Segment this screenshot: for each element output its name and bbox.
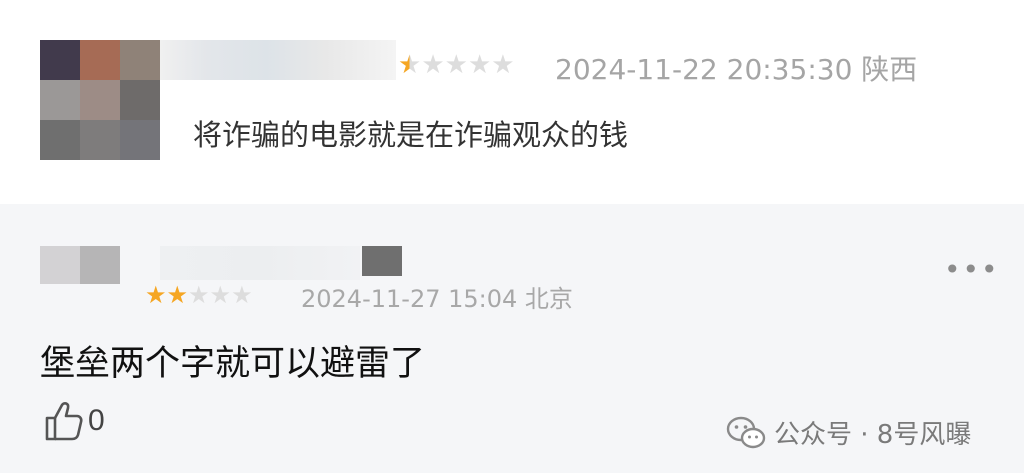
star-icon: ★ (231, 281, 253, 309)
star-icon: ★ (166, 281, 189, 309)
review-text: 将诈骗的电影就是在诈骗观众的钱 (193, 118, 629, 152)
star-icon: ★ (421, 50, 445, 80)
avatar-blurred[interactable] (40, 40, 160, 160)
watermark: 公众号 · 8号风曝 (726, 414, 971, 451)
like-button[interactable]: 0 (44, 400, 105, 442)
wechat-icon (726, 416, 766, 448)
star-icon: ★ (467, 50, 492, 80)
star-icon: ★ (145, 281, 167, 309)
like-count: 0 (88, 404, 105, 437)
review-location: 陕西 (861, 53, 918, 86)
review-location: 北京 (524, 285, 573, 313)
review-text: 堡垒两个字就可以避雷了 (40, 344, 426, 384)
thumbs-up-icon (45, 402, 83, 441)
review-meta: 2024-11-27 15:04 北京 (301, 279, 573, 314)
star-icon: ★ (398, 50, 422, 80)
username-blurred-fragment (362, 246, 402, 276)
more-options-icon[interactable]: ••• (944, 253, 1000, 286)
review-timestamp: 2024-11-27 15:04 (301, 285, 518, 313)
star-icon: ★ (188, 281, 210, 309)
star-icon: ★ (209, 281, 232, 309)
star-icon: ★ (491, 50, 515, 80)
star-icon: ★ (444, 50, 468, 80)
avatar-blurred[interactable] (40, 246, 120, 284)
username-blurred[interactable] (160, 246, 360, 280)
rating-stars: ★ ★ ★ ★ ★ (145, 282, 253, 308)
review-timestamp: 2024-11-22 20:35:30 (555, 53, 853, 86)
watermark-text: 公众号 · 8号风曝 (774, 420, 972, 450)
rating-stars: ★ ★ ★ ★ ★ (398, 52, 515, 78)
username-blurred[interactable] (160, 40, 396, 80)
review-meta: 2024-11-22 20:35:30 陕西 (555, 48, 917, 88)
review-card-1: ★ ★ ★ ★ ★ 2024-11-22 20:35:30 陕西 将诈骗的电影就… (0, 0, 1024, 204)
